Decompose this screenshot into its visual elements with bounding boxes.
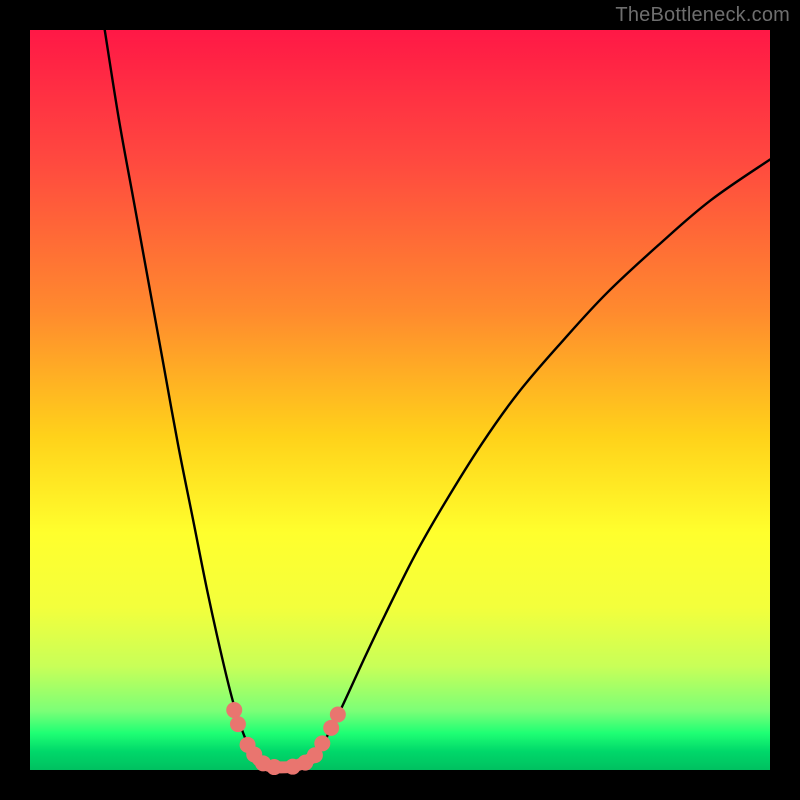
chart-marker xyxy=(226,702,242,718)
marker-group xyxy=(226,702,346,775)
chart-marker xyxy=(230,716,246,732)
chart-marker xyxy=(266,759,282,775)
curve-group xyxy=(105,30,770,767)
chart-marker xyxy=(330,707,346,723)
watermark-text: TheBottleneck.com xyxy=(615,4,790,27)
chart-plot-area xyxy=(30,30,770,770)
chart-svg xyxy=(30,30,770,770)
chart-frame: TheBottleneck.com xyxy=(0,0,800,800)
curve-right-branch xyxy=(315,160,770,755)
curve-left-branch xyxy=(105,30,254,754)
chart-marker xyxy=(314,735,330,751)
